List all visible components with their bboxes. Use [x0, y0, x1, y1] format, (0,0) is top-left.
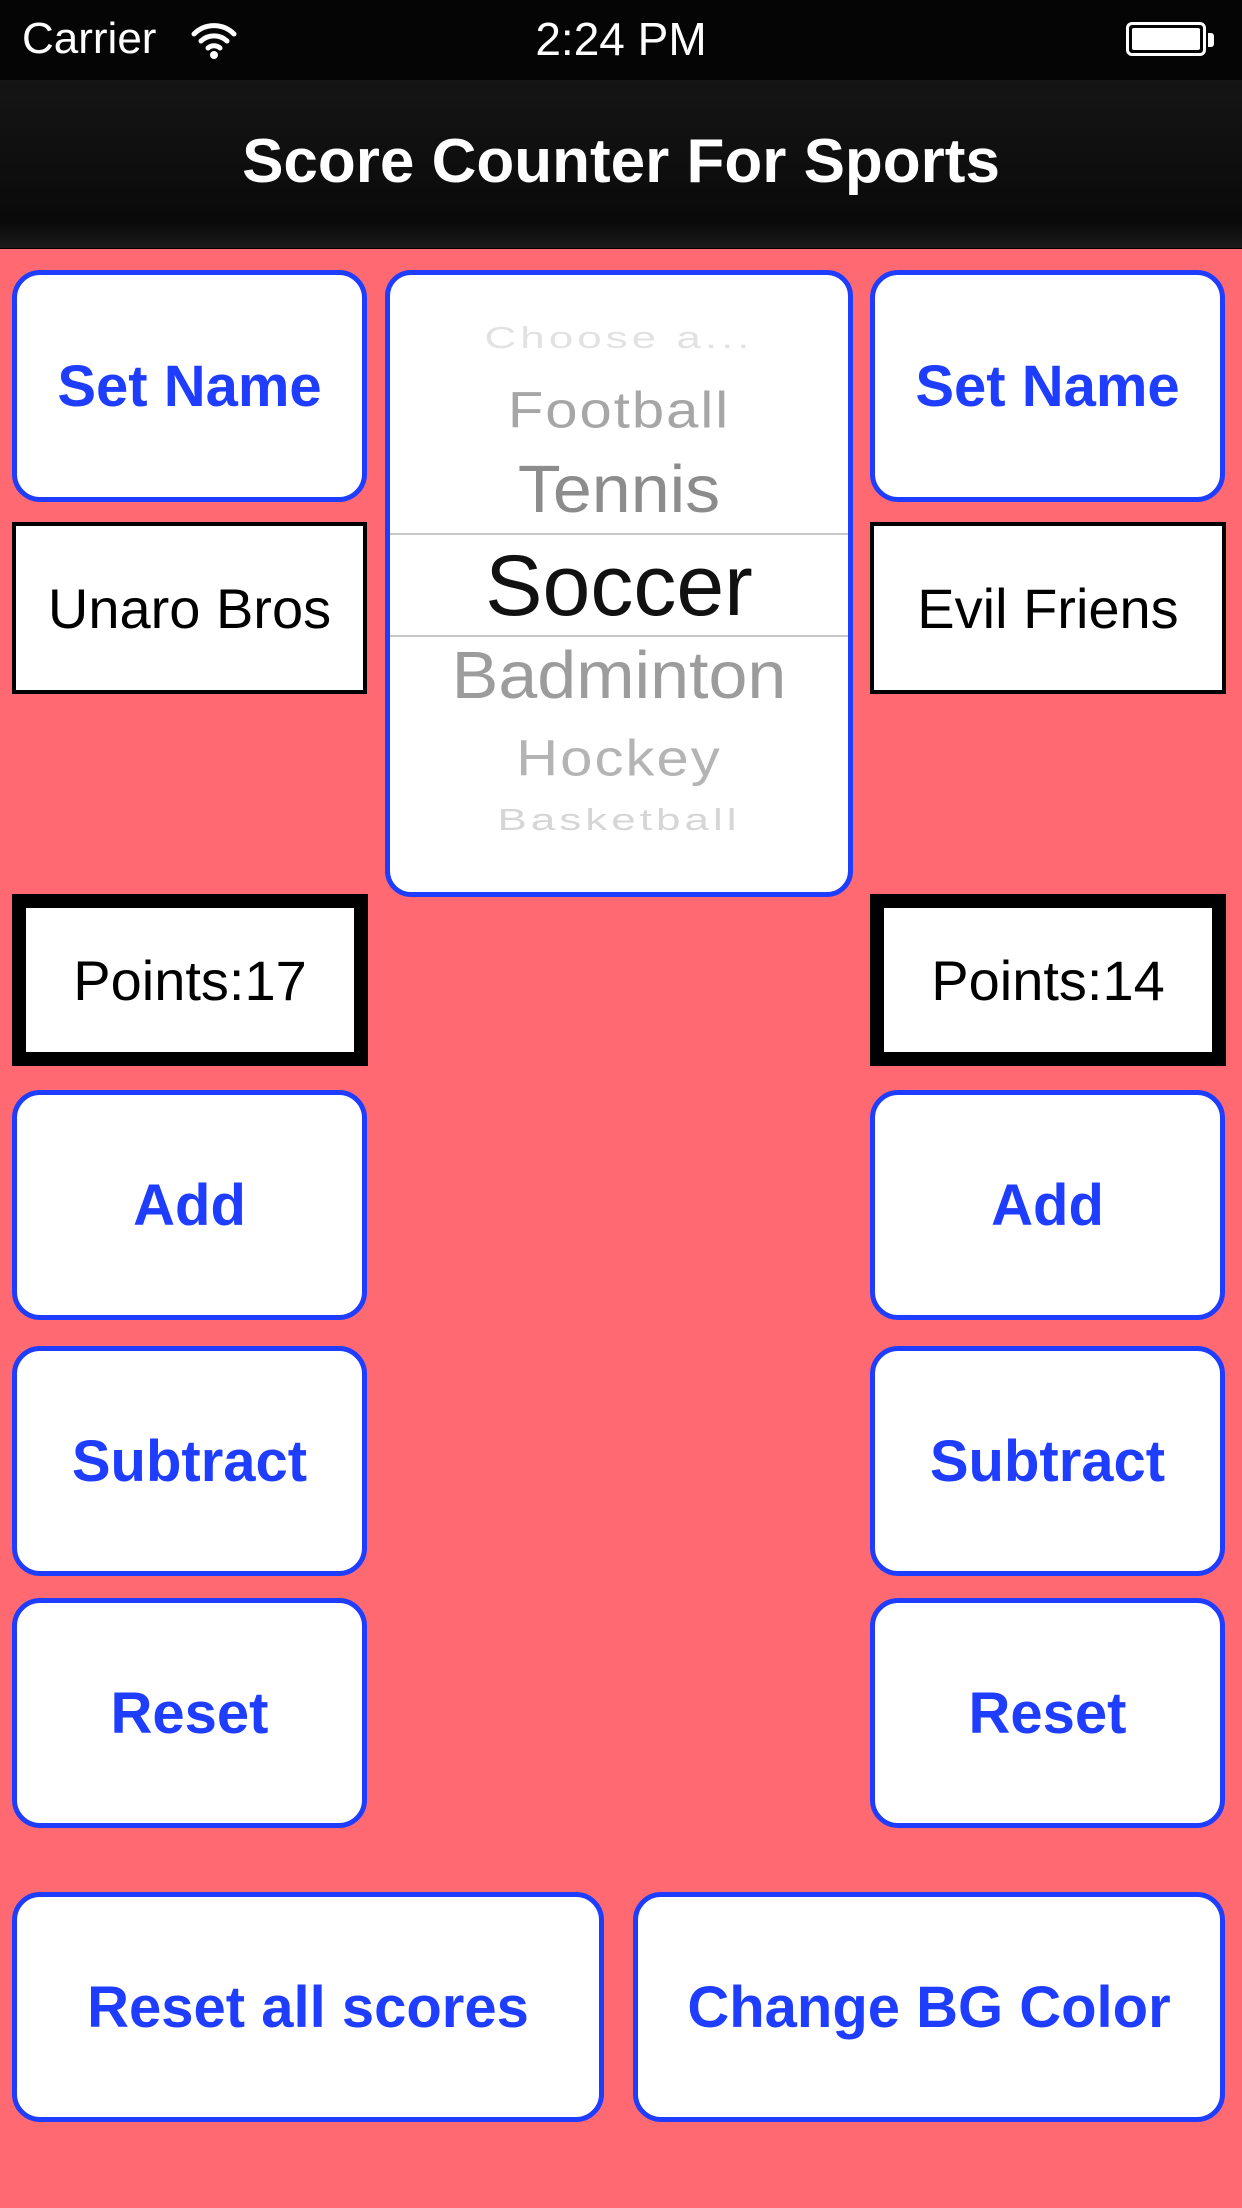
- subtract-button-left[interactable]: Subtract: [12, 1346, 367, 1576]
- team-name-right: Evil Friens: [870, 522, 1226, 694]
- reset-button-right[interactable]: Reset: [870, 1598, 1225, 1828]
- picker-item[interactable]: Badminton: [390, 637, 848, 713]
- reset-all-scores-button[interactable]: Reset all scores: [12, 1892, 604, 2122]
- add-button-left[interactable]: Add: [12, 1090, 367, 1320]
- points-display-left: Points:17: [12, 894, 368, 1066]
- picker-selection-line-top: [390, 533, 848, 535]
- navigation-bar: Score Counter For Sports: [0, 80, 1242, 249]
- status-bar: Carrier 2:24 PM: [0, 0, 1242, 80]
- picker-item[interactable]: Football: [390, 381, 848, 440]
- picker-item[interactable]: Hockey: [390, 729, 848, 788]
- team-name-left: Unaro Bros: [12, 522, 367, 694]
- set-name-button-left[interactable]: Set Name: [12, 270, 367, 502]
- set-name-button-right[interactable]: Set Name: [870, 270, 1225, 502]
- status-time: 2:24 PM: [535, 13, 707, 65]
- battery-icon: [1126, 22, 1214, 58]
- picker-item[interactable]: Basketball: [390, 803, 848, 838]
- change-bg-color-button[interactable]: Change BG Color: [633, 1892, 1225, 2122]
- picker-item-selected[interactable]: Soccer: [390, 537, 848, 636]
- subtract-button-right[interactable]: Subtract: [870, 1346, 1225, 1576]
- page-title: Score Counter For Sports: [242, 127, 1000, 196]
- reset-button-left[interactable]: Reset: [12, 1598, 367, 1828]
- points-display-right: Points:14: [870, 894, 1226, 1066]
- sport-picker[interactable]: Choose a... Football Tennis Soccer Badmi…: [385, 270, 853, 897]
- add-button-right[interactable]: Add: [870, 1090, 1225, 1320]
- picker-item[interactable]: Tennis: [390, 451, 848, 527]
- picker-item[interactable]: Choose a...: [390, 321, 848, 356]
